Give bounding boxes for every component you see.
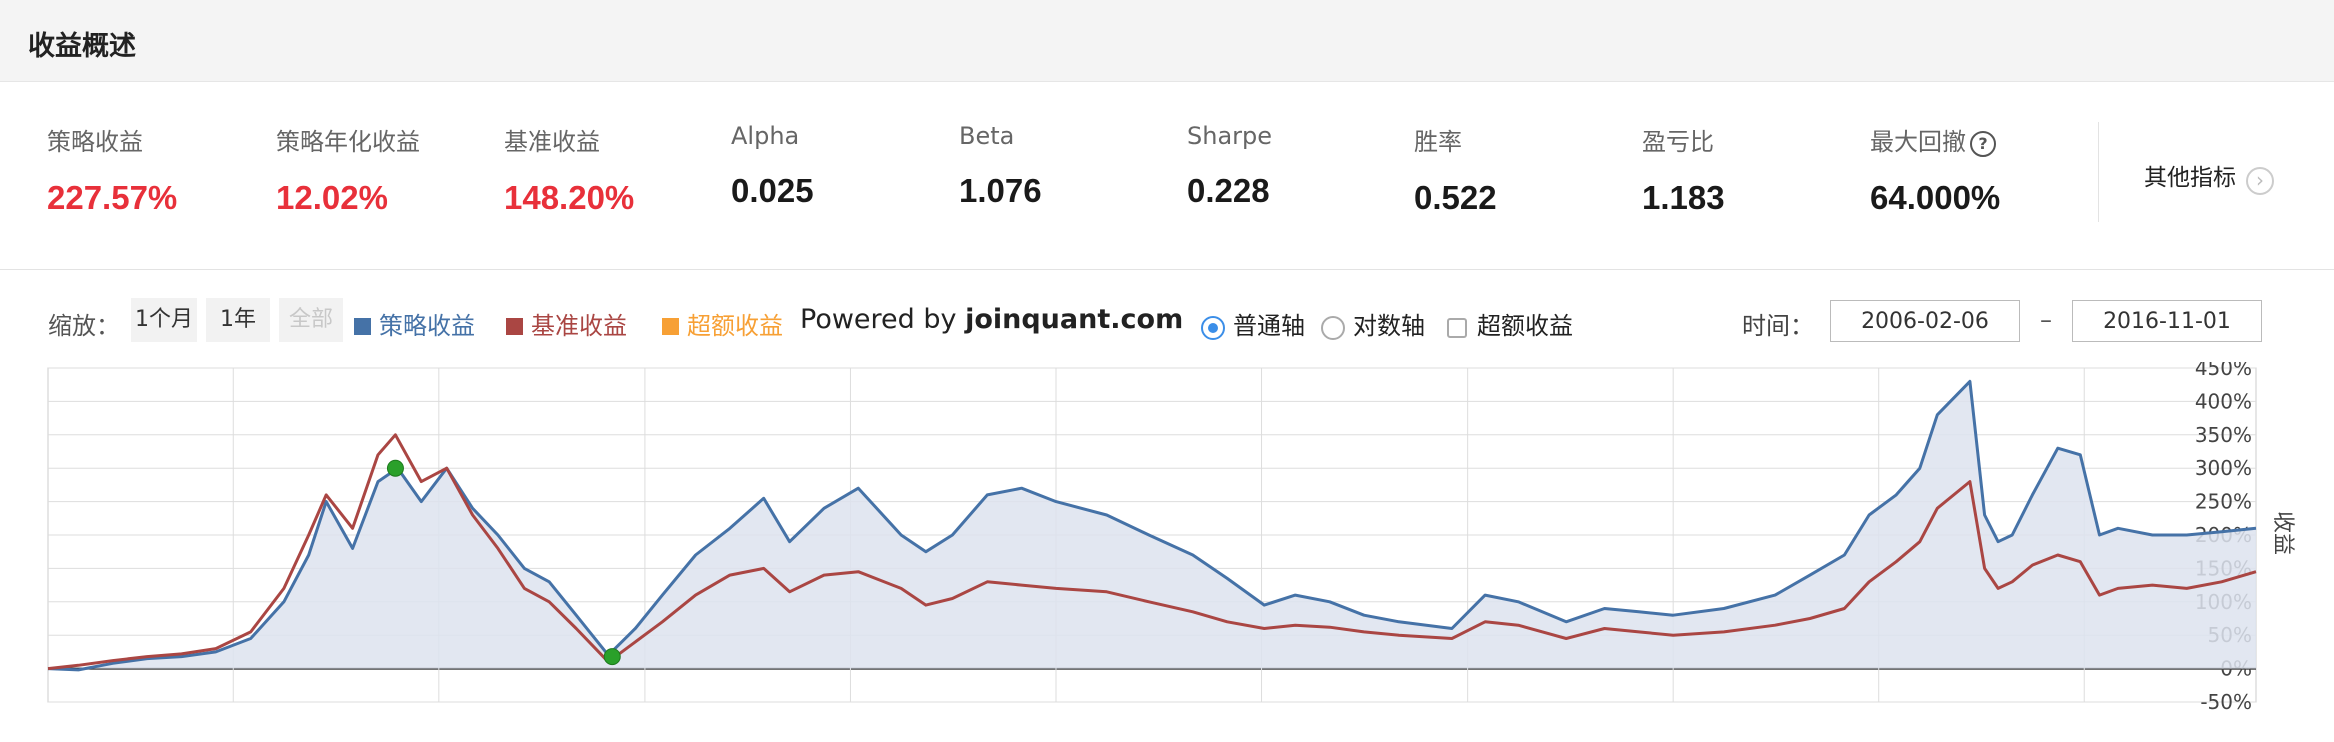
- y-tick-label: -50%: [2200, 690, 2252, 714]
- checkbox-icon: [1447, 318, 1467, 338]
- page-title: 收益概述: [28, 31, 136, 62]
- legend-label: 超额收益: [687, 312, 783, 340]
- metric-label: 盈亏比: [1642, 128, 1714, 156]
- metric-value: 0.228: [1187, 172, 1270, 209]
- metric-strategy-return: 策略收益 227.57%: [47, 122, 177, 217]
- other-metrics-label: 其他指标: [2144, 165, 2236, 191]
- checkbox-label: 超额收益: [1477, 312, 1573, 340]
- metrics-divider: [2098, 122, 2099, 222]
- metric-value: 12.02%: [276, 179, 388, 216]
- powered-prefix: Powered by: [800, 304, 966, 335]
- legend-label: 策略收益: [379, 312, 475, 340]
- zoom-1-year-button[interactable]: 1年: [206, 298, 270, 342]
- metric-label: Alpha: [731, 122, 800, 150]
- zoom-label: 缩放：: [48, 312, 120, 340]
- summary-header: 收益概述: [0, 0, 2334, 82]
- chevron-right-circle-icon: ›: [2246, 167, 2274, 195]
- legend-label: 基准收益: [531, 312, 627, 340]
- y-tick-label: 350%: [2195, 423, 2252, 447]
- returns-chart: 450%400%350%300%250%200%150%100%50%0%-50…: [47, 362, 2257, 714]
- metric-annual-return: 策略年化收益 12.02%: [276, 122, 420, 217]
- metric-label: Sharpe: [1187, 122, 1273, 150]
- metric-alpha: Alpha 0.025: [731, 122, 814, 210]
- axis-mode-log-radio[interactable]: 对数轴: [1321, 306, 1425, 341]
- time-label: 时间：: [1742, 312, 1814, 340]
- powered-by: Powered by joinquant.com: [800, 304, 1183, 335]
- metric-sharpe: Sharpe 0.228: [1187, 122, 1272, 210]
- end-date-input[interactable]: [2072, 300, 2262, 342]
- zoom-1-month-button[interactable]: 1个月: [131, 298, 197, 342]
- y-tick-label: 300%: [2195, 456, 2252, 480]
- metric-win-rate: 胜率 0.522: [1414, 122, 1497, 217]
- other-metrics-link[interactable]: 其他指标 ›: [2144, 158, 2274, 195]
- metric-value: 0.025: [731, 172, 814, 209]
- question-circle-icon[interactable]: ?: [1970, 131, 1996, 157]
- legend-swatch: [354, 318, 371, 335]
- metric-beta: Beta 1.076: [959, 122, 1042, 210]
- metric-value: 1.183: [1642, 179, 1725, 216]
- metric-value: 148.20%: [504, 179, 635, 216]
- metric-benchmark-return: 基准收益 148.20%: [504, 122, 634, 217]
- metric-label: 策略收益: [47, 128, 143, 156]
- radio-label: 对数轴: [1353, 312, 1425, 340]
- radio-label: 普通轴: [1233, 312, 1305, 340]
- legend-excess[interactable]: 超额收益: [662, 306, 783, 341]
- legend-strategy[interactable]: 策略收益: [354, 306, 475, 341]
- y-tick-label: 450%: [2195, 362, 2252, 380]
- excess-return-checkbox[interactable]: 超额收益: [1447, 306, 1573, 341]
- metric-label-text: 最大回撤: [1870, 128, 1966, 156]
- axis-mode-linear-radio[interactable]: 普通轴: [1201, 306, 1305, 341]
- drawdown-marker: [603, 648, 621, 666]
- metric-label: 胜率: [1414, 128, 1462, 156]
- metric-value: 1.076: [959, 172, 1042, 209]
- metric-label: 最大回撤?: [1870, 122, 2000, 157]
- y-tick-label: 250%: [2195, 490, 2252, 514]
- metrics-panel: 策略收益 227.57% 策略年化收益 12.02% 基准收益 148.20% …: [0, 82, 2334, 270]
- y-axis-title: 收益: [2270, 511, 2295, 556]
- legend-swatch: [662, 318, 679, 335]
- metric-value: 64.000%: [1870, 179, 2001, 216]
- drawdown-marker: [386, 459, 404, 477]
- zoom-all-button[interactable]: 全部: [279, 298, 343, 342]
- metric-profit-loss-ratio: 盈亏比 1.183: [1642, 122, 1725, 217]
- legend-benchmark[interactable]: 基准收益: [506, 306, 627, 341]
- powered-brand: joinquant.com: [965, 304, 1184, 335]
- metric-value: 0.522: [1414, 179, 1497, 216]
- radio-unselected-icon: [1321, 316, 1345, 340]
- metric-label: 策略年化收益: [276, 128, 420, 156]
- start-date-input[interactable]: [1830, 300, 2020, 342]
- metric-label: Beta: [959, 122, 1015, 150]
- y-tick-label: 400%: [2195, 389, 2252, 413]
- date-separator: –: [2040, 306, 2052, 334]
- radio-selected-icon: [1201, 316, 1225, 340]
- metric-max-drawdown: 最大回撤? 64.000%: [1870, 122, 2000, 217]
- chart-controls: 缩放： 1个月 1年 全部 策略收益 基准收益 超额收益 Powered by …: [0, 296, 2334, 346]
- metric-value: 227.57%: [47, 179, 178, 216]
- metric-label: 基准收益: [504, 128, 600, 156]
- legend-swatch: [506, 318, 523, 335]
